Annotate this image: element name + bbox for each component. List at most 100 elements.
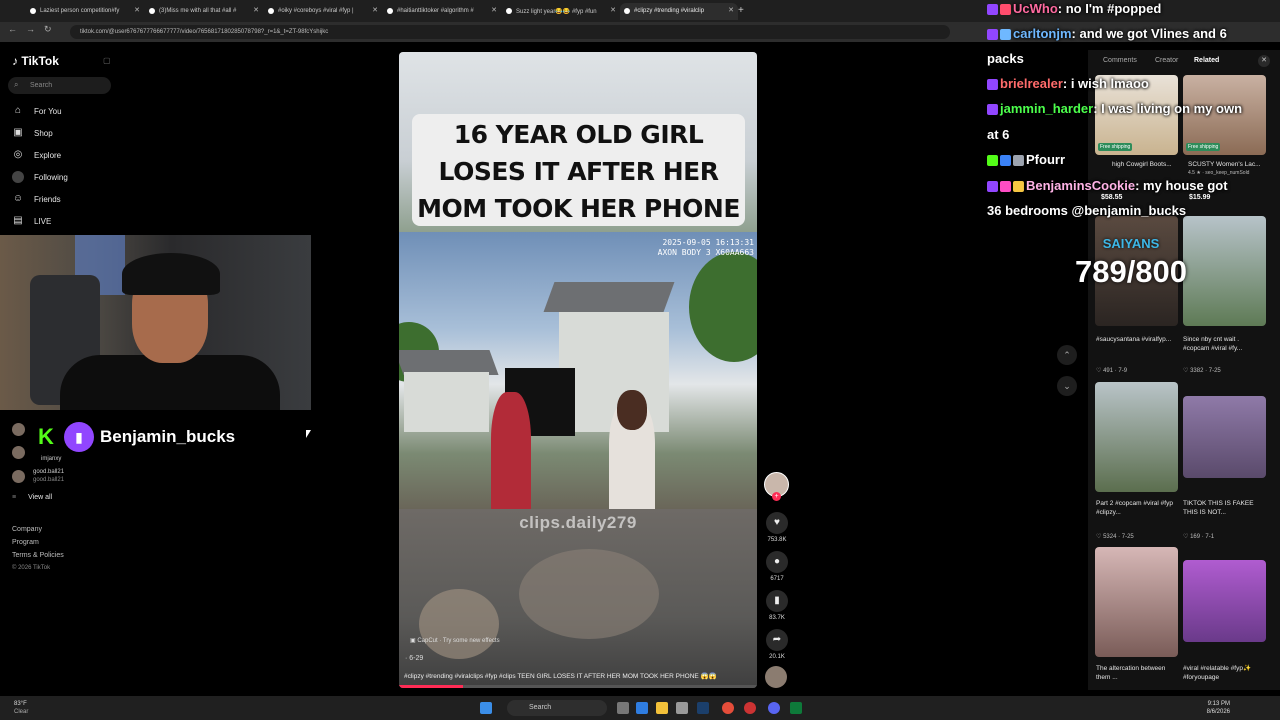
browser-tab-active[interactable]: #clipzy #trending #viralclip ✕ <box>620 3 738 20</box>
following-account[interactable] <box>12 423 33 436</box>
browser-tab[interactable]: (3)Miss me with all that #all # ✕ <box>145 3 263 20</box>
related-thumbnail[interactable] <box>1183 396 1266 478</box>
file-explorer-icon[interactable] <box>656 702 668 714</box>
view-all-link[interactable]: ≡ View all <box>12 494 52 501</box>
comment-button[interactable]: ● 6717 <box>765 551 789 582</box>
steam-icon[interactable] <box>697 702 709 714</box>
search-icon: ⌕ <box>14 80 19 89</box>
like-button[interactable]: ♥ 753.8K <box>765 512 789 543</box>
footer-terms-link[interactable]: Terms & Policies <box>12 552 64 559</box>
close-tab-icon[interactable]: ✕ <box>610 6 616 14</box>
share-button[interactable]: ➦ 20.1K <box>765 629 789 660</box>
twitch-username-overlay: K ▮ Benjamin_bucks <box>38 422 235 452</box>
save-button[interactable]: ▮ 83.7K <box>765 590 789 621</box>
nav-friends[interactable]: ☺ Friends <box>12 192 61 206</box>
streamer-cap <box>122 253 220 295</box>
tiktok-favicon-icon <box>149 8 155 14</box>
nav-live[interactable]: ▤ LIVE <box>12 214 51 228</box>
browser-tab[interactable]: Laziest person competition#fy ✕ <box>26 3 144 20</box>
heart-icon: ♡ <box>1183 534 1189 540</box>
back-icon[interactable]: ← <box>8 24 17 34</box>
related-thumbnail[interactable] <box>1095 547 1178 657</box>
collapse-sidebar-icon[interactable]: ▢ <box>103 56 111 65</box>
capcut-icon: ▣ <box>410 638 416 644</box>
settings-icon[interactable] <box>676 702 688 714</box>
music-disc-avatar[interactable] <box>765 666 787 688</box>
video-blurred-bottom <box>399 509 757 688</box>
close-tab-icon[interactable]: ✕ <box>372 6 378 14</box>
twitch-badge-icon <box>987 181 998 193</box>
forward-icon[interactable]: → <box>26 24 35 34</box>
following-account[interactable]: good.ball21 good.ball21 <box>12 468 64 484</box>
follow-plus-icon[interactable]: + <box>772 492 781 501</box>
close-tab-icon[interactable]: ✕ <box>134 6 140 14</box>
tab-comments[interactable]: Comments <box>1103 57 1137 64</box>
related-title[interactable]: #viral #relatable #fyp✨ #foryoupage <box>1183 664 1267 682</box>
kick-badge-icon <box>987 155 998 167</box>
close-icon[interactable]: ✕ <box>1258 55 1270 67</box>
tab-related[interactable]: Related <box>1194 57 1219 64</box>
following-icon <box>12 171 24 183</box>
previous-video-button[interactable]: ⌃ <box>1057 345 1077 365</box>
tiktok-favicon-icon <box>506 8 512 14</box>
compass-icon: ◎ <box>13 149 23 160</box>
chrome-icon[interactable] <box>722 702 734 714</box>
obs-icon[interactable] <box>744 702 756 714</box>
tiktok-logo[interactable]: ♪ TikTok <box>12 54 59 68</box>
browser-tab[interactable]: Suzz light year😂😂 #fyp #fun ✕ <box>502 3 620 20</box>
discord-icon[interactable] <box>768 702 780 714</box>
heart-badge-icon <box>1000 4 1011 16</box>
taskbar-clock[interactable]: 9:13 PM 8/6/2026 <box>1196 700 1230 716</box>
related-title[interactable]: Part 2 #copcam #viral #fyp #clipzy... <box>1096 499 1180 517</box>
bodycam-time: 2025-09-05 16:13:31 <box>662 238 754 247</box>
footer-company-link[interactable]: Company <box>12 526 42 533</box>
footer-program-link[interactable]: Program <box>12 539 39 546</box>
browser-tab[interactable]: #oiky #coreboys #viral #fyp | ✕ <box>264 3 382 20</box>
task-view-icon[interactable] <box>617 702 629 714</box>
related-title[interactable]: The altercation between them ... <box>1096 664 1180 682</box>
related-thumbnail[interactable] <box>1183 560 1266 642</box>
tab-creator[interactable]: Creator <box>1155 57 1178 64</box>
close-tab-icon[interactable]: ✕ <box>728 6 734 14</box>
heart-icon: ♡ <box>1096 368 1102 374</box>
twitch-badge-icon <box>987 4 998 16</box>
next-video-button[interactable]: ⌄ <box>1057 376 1077 396</box>
video-progress-bar[interactable] <box>399 685 757 688</box>
nav-shop[interactable]: ▣ Shop <box>12 126 52 140</box>
url-field[interactable]: tiktok.com/@user6767677766677777/video/7… <box>70 25 950 39</box>
close-tab-icon[interactable]: ✕ <box>491 6 497 14</box>
windows-start-icon[interactable] <box>480 702 492 714</box>
search-input[interactable]: Search <box>8 77 111 94</box>
related-thumbnail[interactable] <box>1095 382 1178 492</box>
nav-following[interactable]: Following <box>12 170 68 184</box>
tiktok-note-icon: ♪ <box>12 54 18 68</box>
video-date: · 6-29 <box>405 655 424 662</box>
free-shipping-badge: Free shipping <box>1186 143 1221 151</box>
save-count: 83.7K <box>769 615 785 621</box>
twitch-badge-icon <box>987 79 998 91</box>
avatar <box>12 446 25 459</box>
close-tab-icon[interactable]: ✕ <box>253 6 259 14</box>
new-tab-icon[interactable]: + <box>738 5 744 16</box>
taskbar-search[interactable]: Search <box>507 700 607 716</box>
person-woman <box>609 390 655 509</box>
related-title[interactable]: Since nby cnt wait . #copcam #viral #fy.… <box>1183 335 1267 353</box>
comment-icon: ● <box>766 551 788 573</box>
video-player[interactable]: 16 YEAR OLD GIRL LOSES IT AFTER HER MOM … <box>399 52 757 688</box>
browser-tab[interactable]: #haitianttiktoker #algorithm # ✕ <box>383 3 501 20</box>
related-title[interactable]: #saucysantana #viralfyp... <box>1096 335 1180 344</box>
house-roof <box>543 282 675 312</box>
app-icon[interactable] <box>790 702 802 714</box>
capcut-tag[interactable]: ▣ CapCut · Try some new effects <box>410 637 500 644</box>
nav-for-you[interactable]: ⌂ For You <box>12 104 62 118</box>
video-headline: 16 YEAR OLD GIRL LOSES IT AFTER HER MOM … <box>412 114 745 260</box>
edge-icon[interactable] <box>636 702 648 714</box>
weather-widget[interactable]: 83°F Clear <box>14 700 28 716</box>
nav-explore[interactable]: ◎ Explore <box>12 148 62 162</box>
related-title[interactable]: TIKTOK THIS IS FAKEE THIS IS NOT... <box>1183 499 1267 517</box>
reload-icon[interactable]: ↻ <box>44 24 52 35</box>
blur-shape <box>519 549 659 639</box>
home-icon: ⌂ <box>14 105 22 116</box>
chat-message: BenjaminsCookie: my house got <box>987 177 1228 194</box>
related-meta: ♡ 3382 · 7-25 <box>1183 368 1221 374</box>
